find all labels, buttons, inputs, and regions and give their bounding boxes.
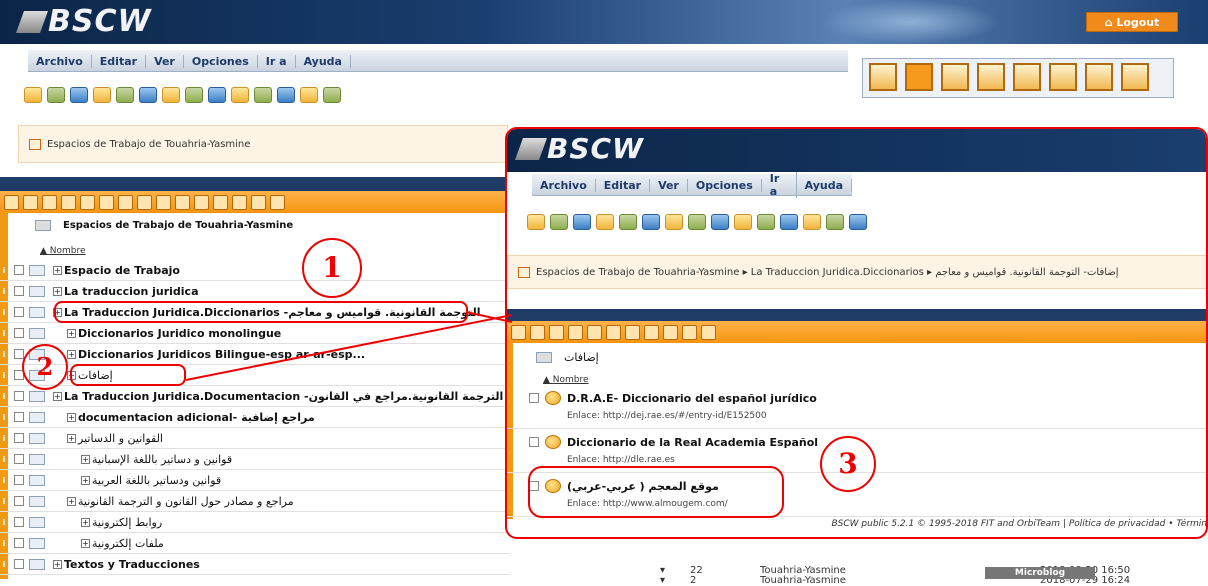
marker-3: 3 [820, 436, 876, 492]
connector-lines [185, 311, 513, 381]
marker-2: 2 [22, 344, 68, 390]
connector-line-2 [185, 314, 513, 381]
marker-1: 1 [302, 238, 362, 298]
